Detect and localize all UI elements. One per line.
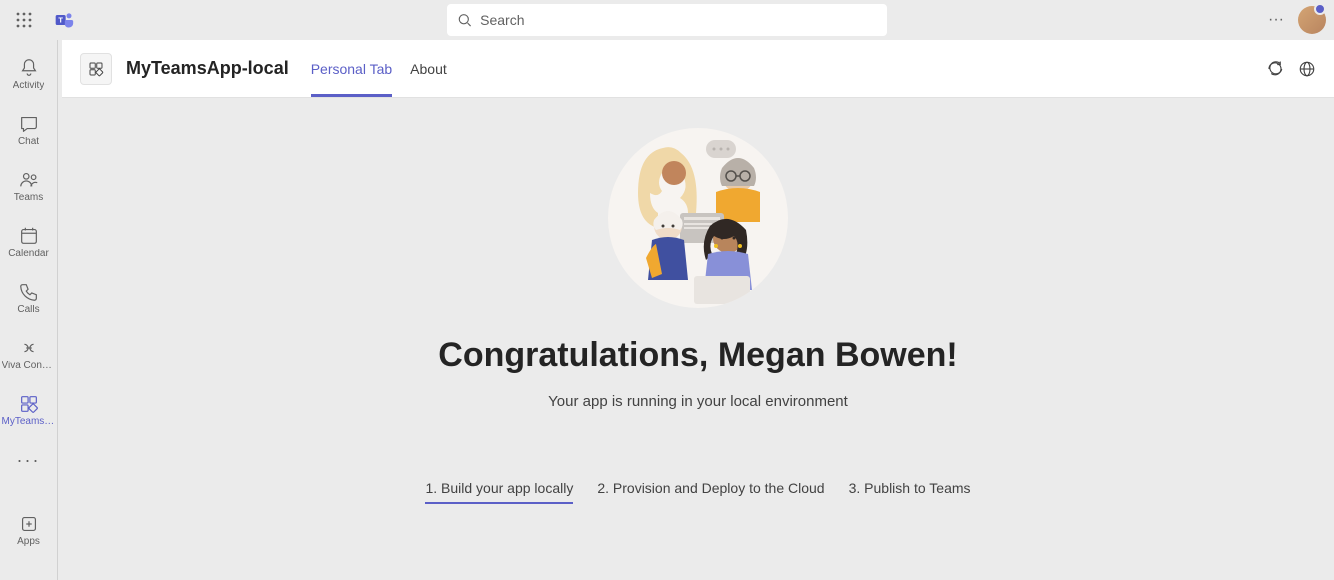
globe-icon[interactable] — [1298, 60, 1316, 78]
more-options-button[interactable]: ··· — [1264, 8, 1288, 32]
user-avatar[interactable] — [1298, 6, 1326, 34]
ellipsis-icon: ··· — [17, 450, 41, 471]
steps-nav: 1. Build your app locally 2. Provision a… — [425, 480, 970, 504]
tab-content: Congratulations, Megan Bowen! Your app i… — [62, 98, 1334, 580]
calendar-icon — [18, 225, 40, 247]
apps-icon — [18, 513, 40, 535]
welcome-illustration — [608, 128, 788, 308]
rail-more-button[interactable]: ··· — [1, 440, 57, 480]
rail-item-activity[interactable]: Activity — [1, 48, 57, 100]
step-provision-deploy[interactable]: 2. Provision and Deploy to the Cloud — [597, 480, 824, 504]
search-icon — [457, 12, 472, 28]
svg-text:T: T — [58, 16, 63, 25]
app-rail: Activity Chat Teams Calendar Calls Viva … — [0, 40, 58, 580]
teams-logo-icon: T — [48, 4, 80, 36]
app-title: MyTeamsApp-local — [126, 58, 289, 79]
rail-label: Viva Connec... — [2, 361, 56, 371]
rail-label: Activity — [13, 81, 45, 91]
rail-label: Calls — [17, 305, 39, 315]
app-icon — [80, 53, 112, 85]
rail-item-apps[interactable]: Apps — [1, 504, 57, 556]
congratulations-heading: Congratulations, Megan Bowen! — [438, 336, 957, 375]
rail-label: Teams — [14, 193, 43, 203]
status-subtitle: Your app is running in your local enviro… — [548, 393, 848, 410]
people-icon — [18, 169, 40, 191]
rail-item-chat[interactable]: Chat — [1, 104, 57, 156]
step-build-locally[interactable]: 1. Build your app locally — [425, 480, 573, 504]
waffle-icon — [16, 12, 32, 28]
tabs: Personal Tab About — [311, 40, 447, 97]
rail-item-viva-connections[interactable]: Viva Connec... — [1, 328, 57, 380]
search-input[interactable] — [480, 12, 877, 28]
tab-about[interactable]: About — [410, 40, 447, 97]
app-launcher-button[interactable] — [8, 4, 40, 36]
rail-item-calendar[interactable]: Calendar — [1, 216, 57, 268]
content-area: MyTeamsApp-local Personal Tab About — [58, 40, 1334, 580]
rail-label: Calendar — [8, 249, 49, 259]
search-box[interactable] — [447, 4, 887, 36]
rail-item-calls[interactable]: Calls — [1, 272, 57, 324]
rail-label: Apps — [17, 537, 40, 547]
bell-icon — [18, 57, 40, 79]
app-tile-icon — [18, 393, 40, 415]
ellipsis-icon: ··· — [1268, 11, 1284, 29]
rail-item-teams[interactable]: Teams — [1, 160, 57, 212]
tab-personal[interactable]: Personal Tab — [311, 40, 392, 97]
rail-item-myteamsapp[interactable]: MyTeamsA... — [1, 384, 57, 436]
chat-icon — [18, 113, 40, 135]
phone-icon — [18, 281, 40, 303]
rail-label: MyTeamsA... — [2, 417, 56, 427]
app-tile-icon — [87, 60, 105, 78]
viva-icon — [18, 337, 40, 359]
rail-label: Chat — [18, 137, 39, 147]
title-bar: T ··· — [0, 0, 1334, 40]
tab-header: MyTeamsApp-local Personal Tab About — [62, 40, 1334, 98]
refresh-icon[interactable] — [1266, 60, 1284, 78]
step-publish-teams[interactable]: 3. Publish to Teams — [849, 480, 971, 504]
